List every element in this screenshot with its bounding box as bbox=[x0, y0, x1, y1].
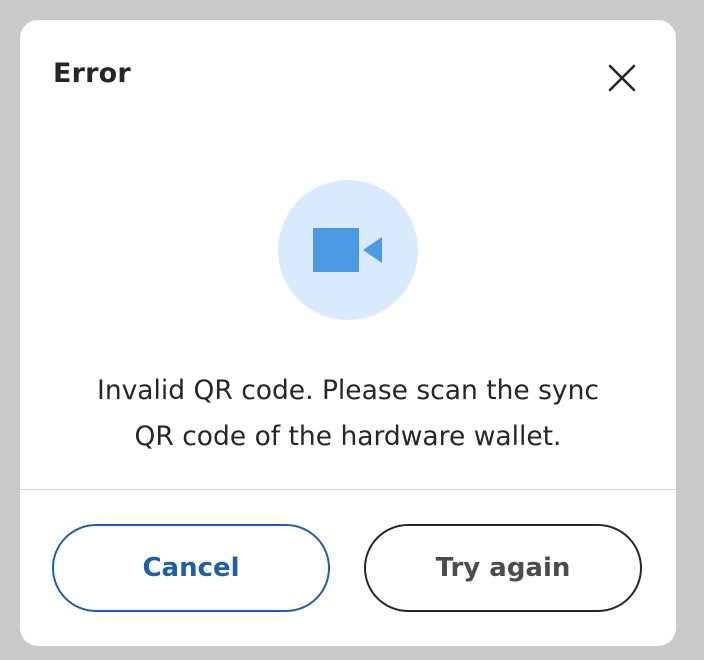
cancel-button[interactable]: Cancel bbox=[52, 524, 330, 612]
error-message-line-1: Invalid QR code. Please scan the sync bbox=[97, 375, 599, 406]
close-button[interactable] bbox=[598, 54, 646, 102]
dialog-title: Error bbox=[53, 58, 131, 89]
error-message: Invalid QR code. Please scan the sync QR… bbox=[50, 368, 646, 460]
video-camera-icon bbox=[313, 228, 382, 272]
close-icon bbox=[608, 64, 636, 92]
error-message-line-2: QR code of the hardware wallet. bbox=[134, 421, 562, 452]
error-dialog: Error Invalid QR code. Please scan the s… bbox=[20, 20, 676, 646]
camera-illustration bbox=[278, 180, 418, 320]
try-again-button[interactable]: Try again bbox=[364, 524, 642, 612]
footer-divider bbox=[20, 489, 676, 490]
dialog-header: Error bbox=[20, 20, 676, 132]
